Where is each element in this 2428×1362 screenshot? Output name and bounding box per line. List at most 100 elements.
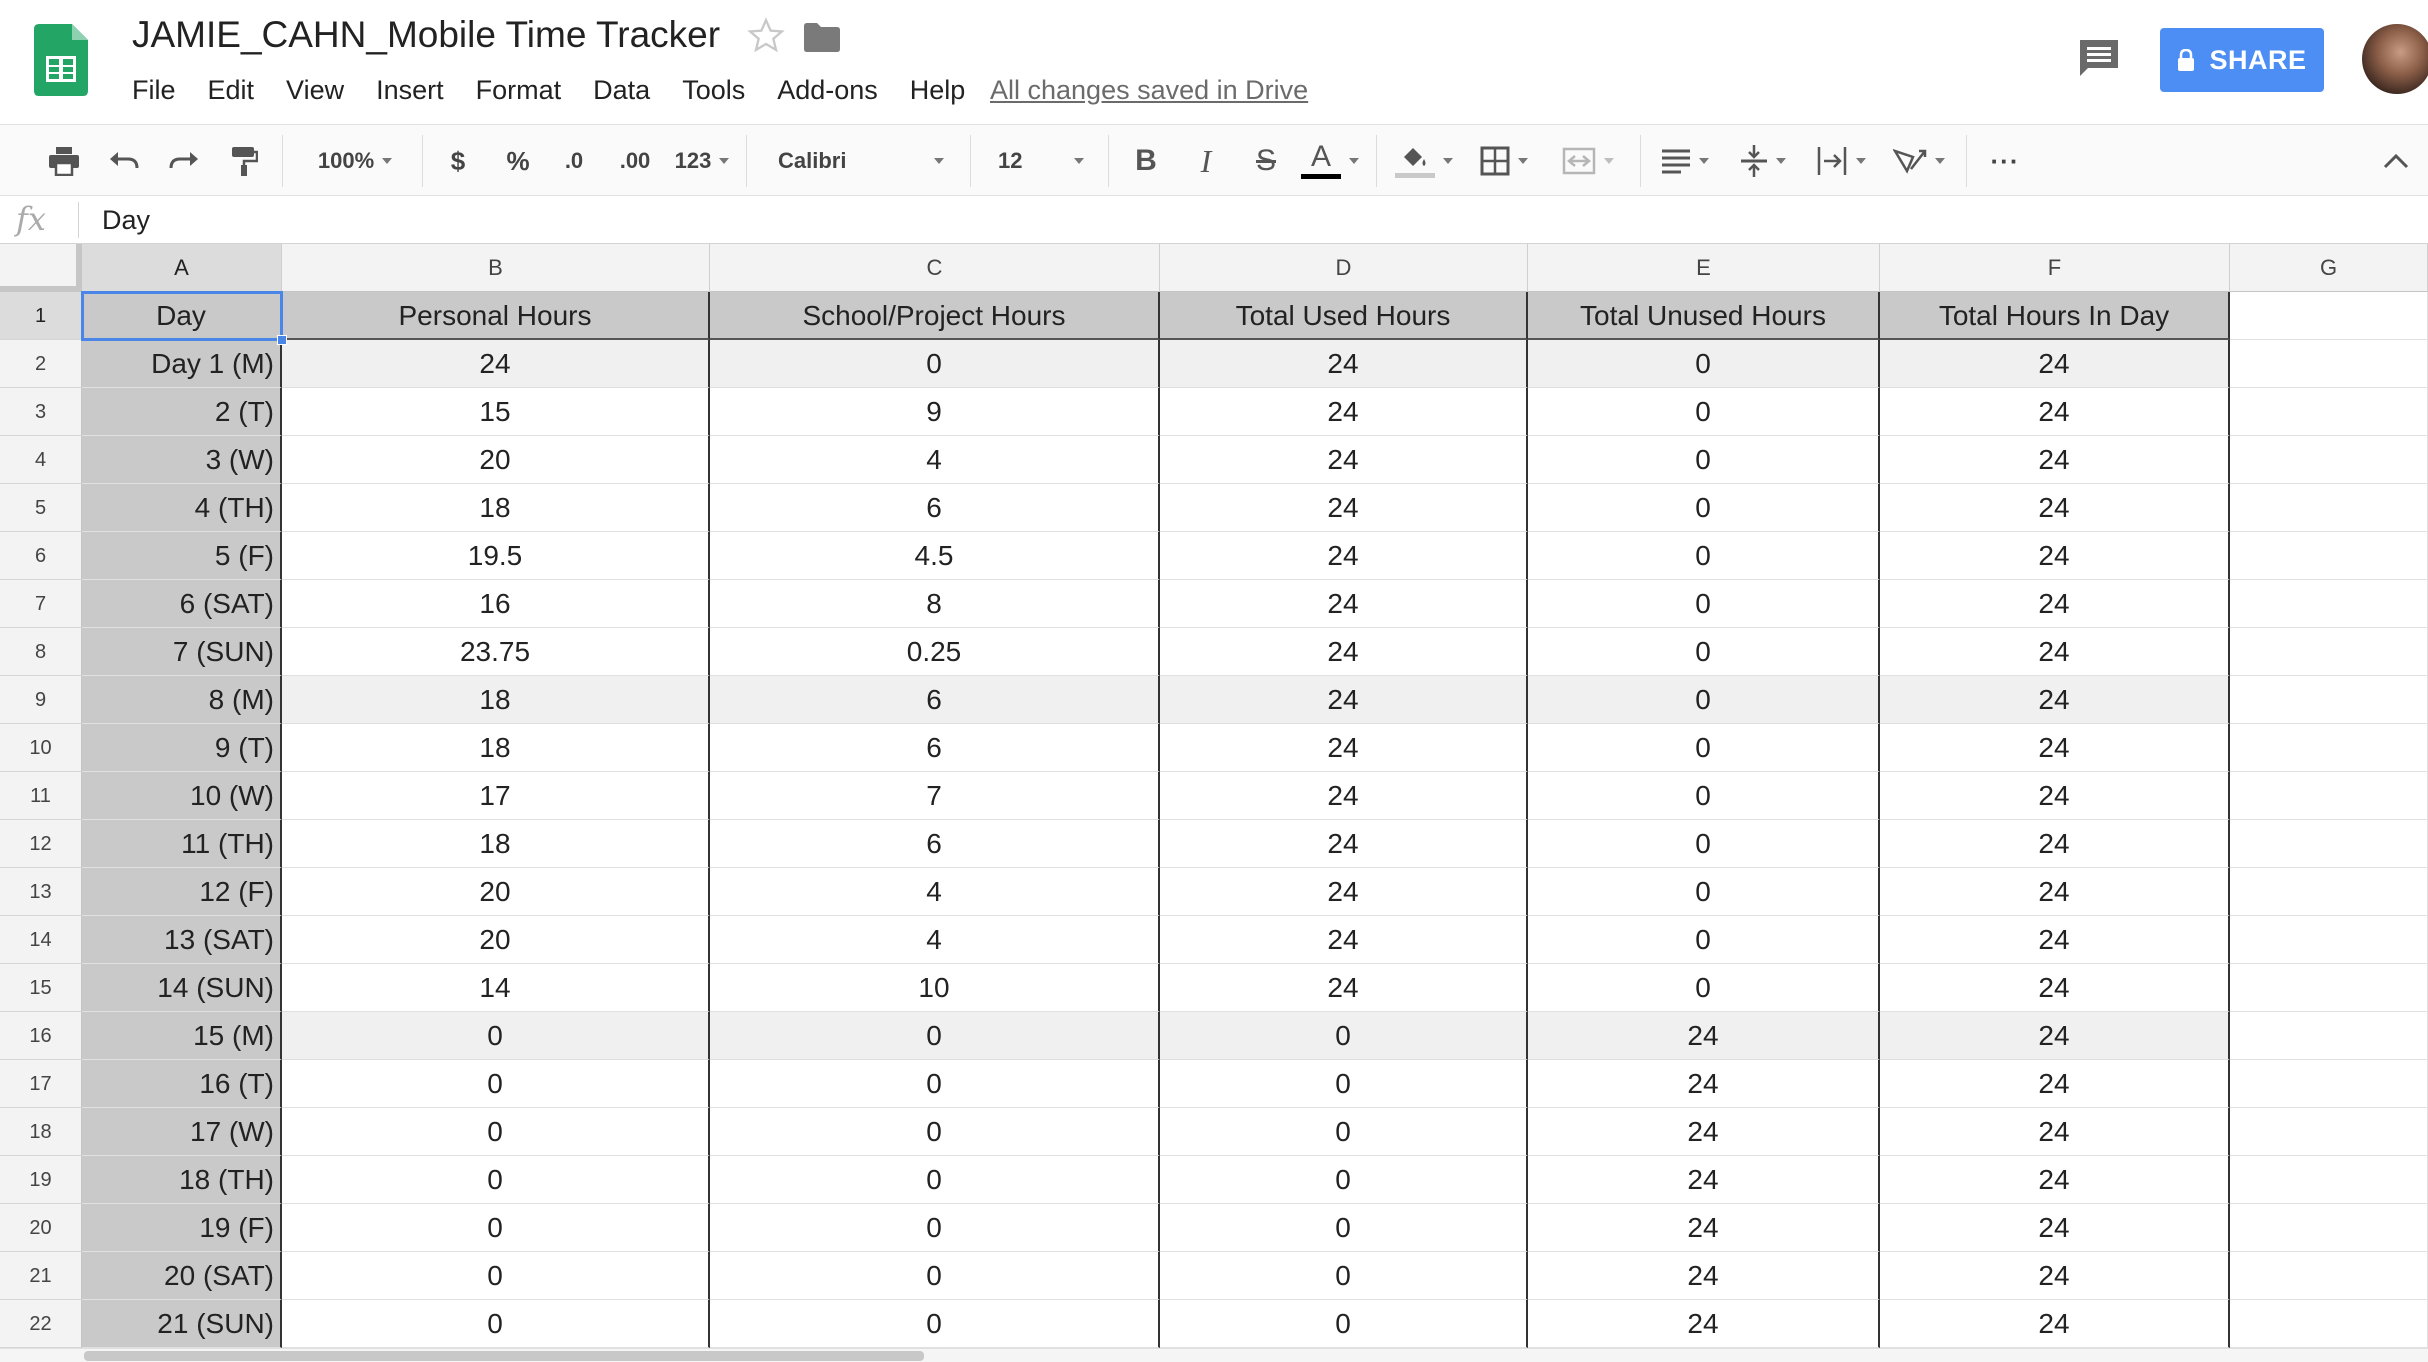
table-cell[interactable]: 24 [1880,1060,2230,1108]
table-cell[interactable]: 0 [1160,1108,1528,1156]
table-cell[interactable]: 0 [282,1252,710,1300]
collapse-toolbar-button[interactable] [2374,125,2418,197]
italic-button[interactable]: I [1184,125,1228,197]
menu-format[interactable]: Format [460,70,578,110]
table-cell[interactable]: 24 [1160,772,1528,820]
table-cell[interactable]: 14 (SUN) [82,964,282,1012]
row-header-2[interactable]: 2 [0,340,82,388]
row-header-10[interactable]: 10 [0,724,82,772]
table-cell[interactable]: 4.5 [710,532,1160,580]
vertical-align-button[interactable] [1730,125,1796,197]
table-cell[interactable]: 9 [710,388,1160,436]
table-cell[interactable]: 18 [282,676,710,724]
table-cell[interactable]: 0 [710,1252,1160,1300]
avatar[interactable] [2362,24,2428,94]
table-cell[interactable]: 0 [710,1300,1160,1348]
table-cell[interactable]: 24 [1160,484,1528,532]
table-cell[interactable]: 23.75 [282,628,710,676]
table-cell[interactable]: 24 [1880,724,2230,772]
table-cell[interactable]: 24 [1880,1156,2230,1204]
fill-color-button[interactable] [1390,125,1458,197]
table-cell[interactable]: Day 1 (M) [82,340,282,388]
table-cell[interactable] [2230,1156,2428,1204]
table-cell[interactable]: 0 [710,1012,1160,1060]
menu-addons[interactable]: Add-ons [761,70,894,110]
table-cell[interactable]: 0 [710,1156,1160,1204]
table-cell[interactable]: 24 [1528,1060,1880,1108]
table-cell[interactable]: 0 [1528,436,1880,484]
table-cell[interactable]: 0 [1160,1012,1528,1060]
table-cell[interactable]: 24 [1160,724,1528,772]
column-header-f[interactable]: F [1880,244,2230,292]
table-cell[interactable]: 9 (T) [82,724,282,772]
percent-format-button[interactable]: % [498,125,538,197]
spreadsheet-grid[interactable]: ABCDEFG 1 Day Personal Hours School/Project… [0,244,2428,1348]
table-cell[interactable]: 0 [1528,580,1880,628]
table-cell[interactable]: 0 [282,1204,710,1252]
table-cell[interactable] [2230,868,2428,916]
more-formats-button[interactable]: 123 [670,125,734,197]
bold-button[interactable]: B [1124,125,1168,197]
table-cell[interactable]: 24 [1160,580,1528,628]
table-cell[interactable]: 20 [282,436,710,484]
row-header-21[interactable]: 21 [0,1252,82,1300]
table-cell[interactable]: 7 (SUN) [82,628,282,676]
text-wrapping-button[interactable] [1808,125,1874,197]
table-cell[interactable]: 15 (M) [82,1012,282,1060]
table-cell[interactable]: 20 [282,868,710,916]
row-header-1[interactable]: 1 [0,292,82,340]
text-rotation-button[interactable] [1886,125,1952,197]
table-cell[interactable]: 0 [1528,484,1880,532]
table-cell[interactable]: 8 [710,580,1160,628]
table-cell[interactable]: 24 [1880,436,2230,484]
table-cell[interactable] [2230,1012,2428,1060]
font-size-select[interactable]: 12 [984,125,1094,197]
row-header-8[interactable]: 8 [0,628,82,676]
row-header-7[interactable]: 7 [0,580,82,628]
table-cell[interactable]: 2 (T) [82,388,282,436]
table-cell[interactable]: 0 [1528,820,1880,868]
table-cell[interactable]: 16 [282,580,710,628]
table-cell[interactable]: 0 [1528,916,1880,964]
font-family-select[interactable]: Calibri [760,125,960,197]
table-cell[interactable]: 0 [1528,868,1880,916]
table-cell[interactable]: 4 [710,916,1160,964]
table-cell[interactable]: 0 [1528,772,1880,820]
table-cell[interactable]: 0.25 [710,628,1160,676]
table-cell[interactable] [2230,820,2428,868]
zoom-select[interactable]: 100% [300,125,410,197]
table-cell[interactable]: 0 [1528,388,1880,436]
table-cell[interactable]: 6 [710,484,1160,532]
menu-file[interactable]: File [116,70,192,110]
table-cell[interactable]: 5 (F) [82,532,282,580]
table-cell[interactable]: 24 [1528,1012,1880,1060]
menu-data[interactable]: Data [577,70,666,110]
table-cell[interactable]: 24 [1880,1204,2230,1252]
table-cell[interactable]: 6 (SAT) [82,580,282,628]
table-cell[interactable]: 0 [1160,1060,1528,1108]
scrollbar-thumb[interactable] [84,1351,924,1361]
row-header-6[interactable]: 6 [0,532,82,580]
sheets-logo-icon[interactable] [34,24,88,96]
table-cell[interactable]: 24 [1880,868,2230,916]
table-cell[interactable]: 24 [1880,1300,2230,1348]
menu-help[interactable]: Help [894,70,982,110]
header-cell[interactable] [2230,292,2428,340]
select-all-corner[interactable] [0,244,82,292]
table-cell[interactable] [2230,388,2428,436]
table-cell[interactable]: 24 [1880,964,2230,1012]
table-cell[interactable]: 24 [1160,388,1528,436]
table-cell[interactable]: 24 [1160,820,1528,868]
menu-edit[interactable]: Edit [192,70,271,110]
table-cell[interactable]: 0 [710,340,1160,388]
table-cell[interactable]: 24 [1160,964,1528,1012]
borders-button[interactable] [1472,125,1536,197]
table-cell[interactable]: 17 (W) [82,1108,282,1156]
row-header-3[interactable]: 3 [0,388,82,436]
row-header-15[interactable]: 15 [0,964,82,1012]
table-cell[interactable]: 24 [1528,1300,1880,1348]
table-cell[interactable]: 0 [1160,1300,1528,1348]
row-header-19[interactable]: 19 [0,1156,82,1204]
table-cell[interactable]: 24 [1160,532,1528,580]
table-cell[interactable] [2230,1204,2428,1252]
